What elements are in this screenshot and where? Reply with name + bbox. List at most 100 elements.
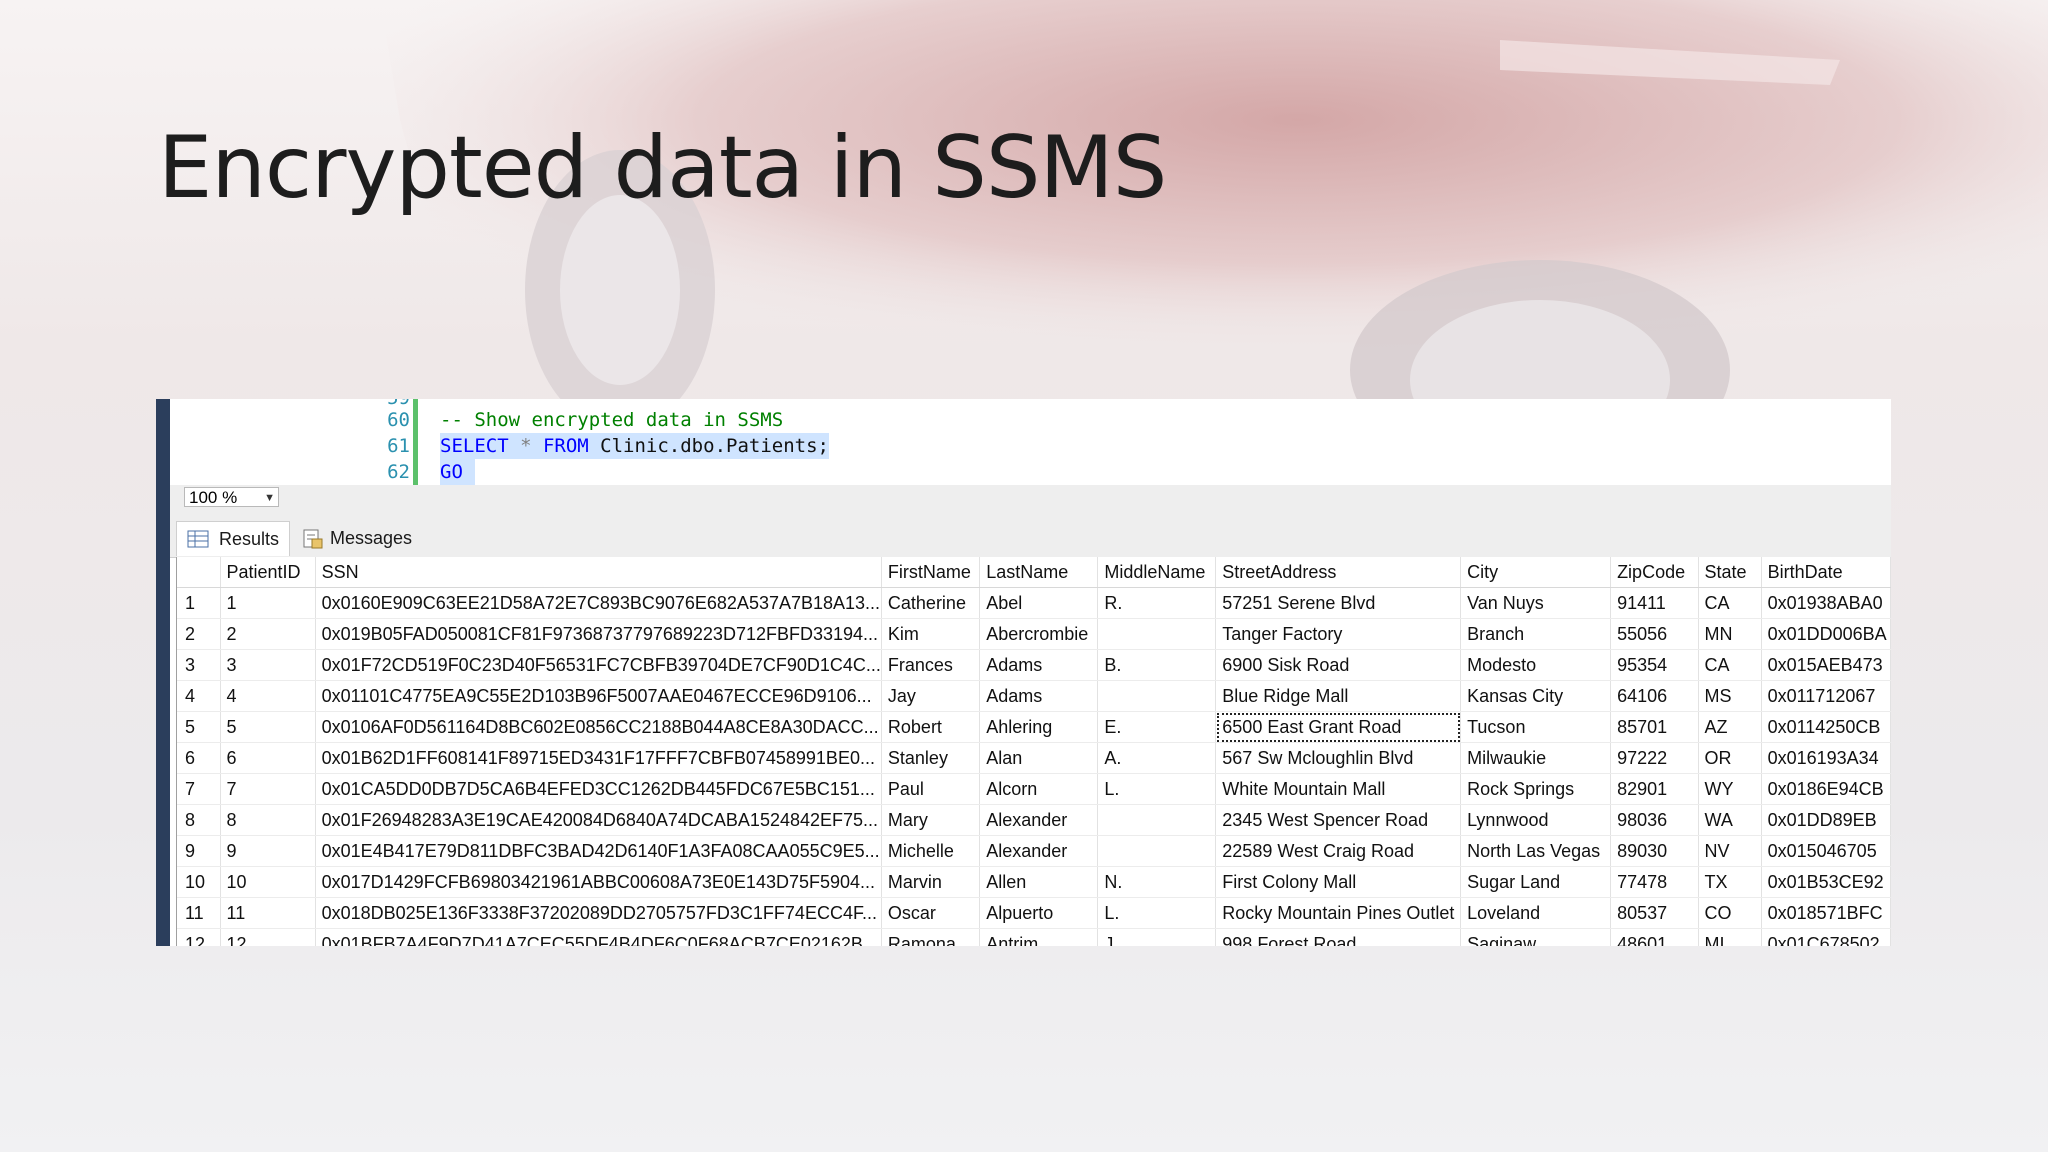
cell-city[interactable]: Tucson — [1460, 711, 1612, 743]
cell-patient-id[interactable]: 12 — [220, 928, 316, 946]
cell-state[interactable]: CA — [1698, 649, 1762, 681]
cell-ssn[interactable]: 0x01CA5DD0DB7D5CA6B4EFED3CC1262DB445FDC6… — [315, 773, 882, 805]
cell-state[interactable]: CA — [1698, 587, 1762, 619]
cell-street-address[interactable]: First Colony Mall — [1215, 866, 1462, 898]
cell-birth-date[interactable]: 0x0114250CB — [1761, 711, 1891, 743]
cell-state[interactable]: MN — [1698, 618, 1762, 650]
cell-first-name[interactable]: Paul — [881, 773, 981, 805]
cell-street-address[interactable]: 6900 Sisk Road — [1215, 649, 1462, 681]
cell-patient-id[interactable]: 7 — [220, 773, 316, 805]
cell-first-name[interactable]: Marvin — [881, 866, 981, 898]
cell-state[interactable]: NV — [1698, 835, 1762, 867]
cell-first-name[interactable]: Michelle — [881, 835, 981, 867]
cell-first-name[interactable]: Catherine — [881, 587, 981, 619]
cell-city[interactable]: Modesto — [1460, 649, 1612, 681]
query-editor[interactable]: 59 60 -- Show encrypted data in SSMS 61 … — [170, 399, 1891, 485]
cell-ssn[interactable]: 0x017D1429FCFB69803421961ABBC00608A73E0E… — [315, 866, 882, 898]
cell-ssn[interactable]: 0x01F72CD519F0C23D40F56531FC7CBFB39704DE… — [315, 649, 882, 681]
cell-patient-id[interactable]: 9 — [220, 835, 316, 867]
table-row[interactable]: 6 6 0x01B62D1FF608141F89715ED3431F17FFF7CB… — [177, 742, 1891, 774]
cell-first-name[interactable]: Stanley — [881, 742, 981, 774]
cell-row-number[interactable]: 8 — [177, 804, 221, 836]
cell-zip-code[interactable]: 77478 — [1610, 866, 1699, 898]
cell-zip-code[interactable]: 97222 — [1610, 742, 1699, 774]
cell-street-address[interactable]: White Mountain Mall — [1215, 773, 1462, 805]
cell-state[interactable]: CO — [1698, 897, 1762, 929]
cell-zip-code[interactable]: 48601 — [1610, 928, 1699, 946]
cell-state[interactable]: AZ — [1698, 711, 1762, 743]
cell-middle-name[interactable] — [1097, 835, 1217, 867]
cell-state[interactable]: MI — [1698, 928, 1762, 946]
cell-city[interactable]: Branch — [1460, 618, 1612, 650]
cell-first-name[interactable]: Oscar — [881, 897, 981, 929]
cell-ssn[interactable]: 0x01BFB7A4F9D7D41A7CEC55DF4B4DF6C0F68ACB… — [315, 928, 882, 946]
cell-middle-name[interactable]: N. — [1097, 866, 1217, 898]
column-header-ssn[interactable]: SSN — [315, 557, 882, 588]
cell-patient-id[interactable]: 11 — [220, 897, 316, 929]
cell-last-name[interactable]: Ahlering — [979, 711, 1099, 743]
column-header-zip-code[interactable]: ZipCode — [1610, 557, 1699, 588]
cell-middle-name[interactable]: J. — [1097, 928, 1217, 946]
cell-ssn[interactable]: 0x01E4B417E79D811DBFC3BAD42D6140F1A3FA08… — [315, 835, 882, 867]
selected-code[interactable]: SELECT * FROM Clinic.dbo.Patients; — [440, 433, 829, 459]
table-row[interactable]: 5 5 0x0106AF0D561164D8BC602E0856CC2188B044… — [177, 711, 1891, 743]
cell-patient-id[interactable]: 1 — [220, 587, 316, 619]
cell-birth-date[interactable]: 0x015AEB473 — [1761, 649, 1891, 681]
cell-row-number[interactable]: 10 — [177, 866, 221, 898]
column-header-state[interactable]: State — [1698, 557, 1762, 588]
cell-middle-name[interactable]: B. — [1097, 649, 1217, 681]
cell-row-number[interactable]: 2 — [177, 618, 221, 650]
cell-ssn[interactable]: 0x018DB025E136F3338F37202089DD2705757FD3… — [315, 897, 882, 929]
cell-zip-code[interactable]: 82901 — [1610, 773, 1699, 805]
cell-state[interactable]: MS — [1698, 680, 1762, 712]
cell-ssn[interactable]: 0x019B05FAD050081CF81F97368737797689223D… — [315, 618, 882, 650]
column-header-birth-date[interactable]: BirthDate — [1761, 557, 1891, 588]
cell-state[interactable]: WA — [1698, 804, 1762, 836]
cell-city[interactable]: Milwaukie — [1460, 742, 1612, 774]
cell-row-number[interactable]: 9 — [177, 835, 221, 867]
cell-last-name[interactable]: Adams — [979, 680, 1099, 712]
cell-city[interactable]: Sugar Land — [1460, 866, 1612, 898]
cell-zip-code[interactable]: 95354 — [1610, 649, 1699, 681]
cell-middle-name[interactable] — [1097, 804, 1217, 836]
tab-results[interactable]: Results — [176, 521, 290, 556]
table-row[interactable]: 2 2 0x019B05FAD050081CF81F9736873779768922… — [177, 618, 1891, 650]
cell-first-name[interactable]: Mary — [881, 804, 981, 836]
cell-last-name[interactable]: Abercrombie — [979, 618, 1099, 650]
cell-birth-date[interactable]: 0x01938ABA0 — [1761, 587, 1891, 619]
cell-row-number[interactable]: 3 — [177, 649, 221, 681]
cell-birth-date[interactable]: 0x0186E94CB — [1761, 773, 1891, 805]
cell-patient-id[interactable]: 2 — [220, 618, 316, 650]
cell-zip-code[interactable]: 91411 — [1610, 587, 1699, 619]
cell-birth-date[interactable]: 0x016193A34 — [1761, 742, 1891, 774]
cell-middle-name[interactable] — [1097, 618, 1217, 650]
table-row[interactable]: 7 7 0x01CA5DD0DB7D5CA6B4EFED3CC1262DB445FD… — [177, 773, 1891, 805]
cell-middle-name[interactable]: R. — [1097, 587, 1217, 619]
cell-patient-id[interactable]: 6 — [220, 742, 316, 774]
cell-street-address[interactable]: Rocky Mountain Pines Outlet — [1215, 897, 1462, 929]
cell-city[interactable]: Rock Springs — [1460, 773, 1612, 805]
cell-row-number[interactable]: 6 — [177, 742, 221, 774]
table-row[interactable]: 12 12 0x01BFB7A4F9D7D41A7CEC55DF4B4DF6C0F6… — [177, 928, 1891, 946]
cell-last-name[interactable]: Alexander — [979, 835, 1099, 867]
cell-birth-date[interactable]: 0x01DD89EB — [1761, 804, 1891, 836]
cell-last-name[interactable]: Alcorn — [979, 773, 1099, 805]
cell-city[interactable]: Saginaw — [1460, 928, 1612, 946]
cell-patient-id[interactable]: 10 — [220, 866, 316, 898]
cell-zip-code[interactable]: 55056 — [1610, 618, 1699, 650]
cell-street-address[interactable]: 998 Forest Road — [1215, 928, 1462, 946]
cell-middle-name[interactable]: A. — [1097, 742, 1217, 774]
cell-ssn[interactable]: 0x01B62D1FF608141F89715ED3431F17FFF7CBFB… — [315, 742, 882, 774]
cell-street-address[interactable]: 2345 West Spencer Road — [1215, 804, 1462, 836]
cell-street-address[interactable]: 22589 West Craig Road — [1215, 835, 1462, 867]
cell-street-address[interactable]: Tanger Factory — [1215, 618, 1462, 650]
table-row[interactable]: 11 11 0x018DB025E136F3338F37202089DD270575… — [177, 897, 1891, 929]
selected-code[interactable]: GO — [440, 459, 475, 485]
cell-city[interactable]: Van Nuys — [1460, 587, 1612, 619]
cell-last-name[interactable]: Alpuerto — [979, 897, 1099, 929]
cell-last-name[interactable]: Antrim — [979, 928, 1099, 946]
cell-patient-id[interactable]: 4 — [220, 680, 316, 712]
cell-middle-name[interactable]: L. — [1097, 773, 1217, 805]
column-header-last-name[interactable]: LastName — [979, 557, 1099, 588]
cell-last-name[interactable]: Allen — [979, 866, 1099, 898]
